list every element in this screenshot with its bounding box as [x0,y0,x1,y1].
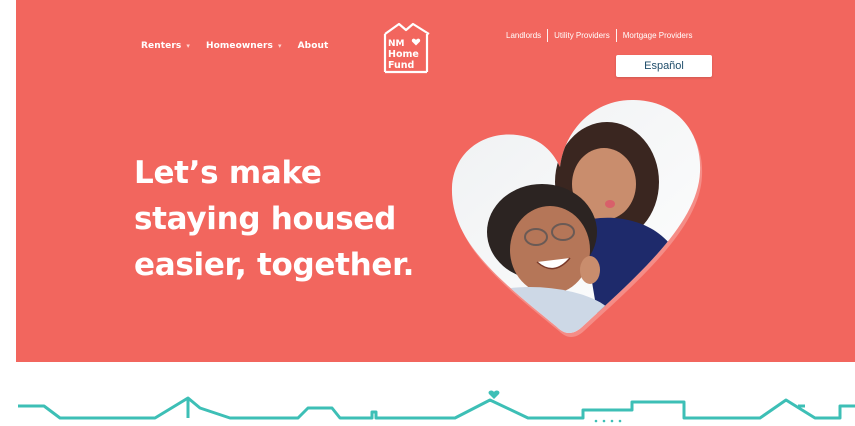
divider [615,29,617,42]
heart-icon [411,38,421,46]
logo-line2: Home [388,49,419,60]
logo-line1: NM [388,39,405,49]
nm-home-fund-logo[interactable]: NM Home Fund [382,20,432,76]
hero-headline: Let’s make staying housed easier, togeth… [134,150,434,288]
link-utility-providers[interactable]: Utility Providers [548,31,616,40]
divider [547,29,549,42]
language-button[interactable]: Español [616,55,712,77]
chevron-down-icon: ▾ [186,42,190,50]
nav-homeowners-label: Homeowners [205,41,273,51]
heart-icon [488,390,500,399]
chevron-down-icon: ▾ [277,42,282,50]
headline-line2: staying housed [134,201,397,237]
nav-renters-label: Renters [141,41,182,51]
nav-about-label: About [297,41,329,51]
headline-line3: easier, together. [134,247,415,283]
nav-renters[interactable]: Renters ▾ [141,41,190,51]
main-nav: Renters ▾ Homeowners ▾ About [141,41,344,51]
nav-about[interactable]: About [298,41,329,51]
nav-homeowners[interactable]: Homeowners ▾ [206,41,282,51]
heart-photo [451,100,703,338]
secondary-nav: Landlords Utility Providers Mortgage Pro… [500,29,699,42]
link-mortgage-providers[interactable]: Mortgage Providers [617,31,699,40]
logo-line3: Fund [388,60,414,71]
link-landlords[interactable]: Landlords [500,31,547,40]
headline-line1: Let’s make [134,155,322,191]
skyline-decoration [18,390,855,423]
